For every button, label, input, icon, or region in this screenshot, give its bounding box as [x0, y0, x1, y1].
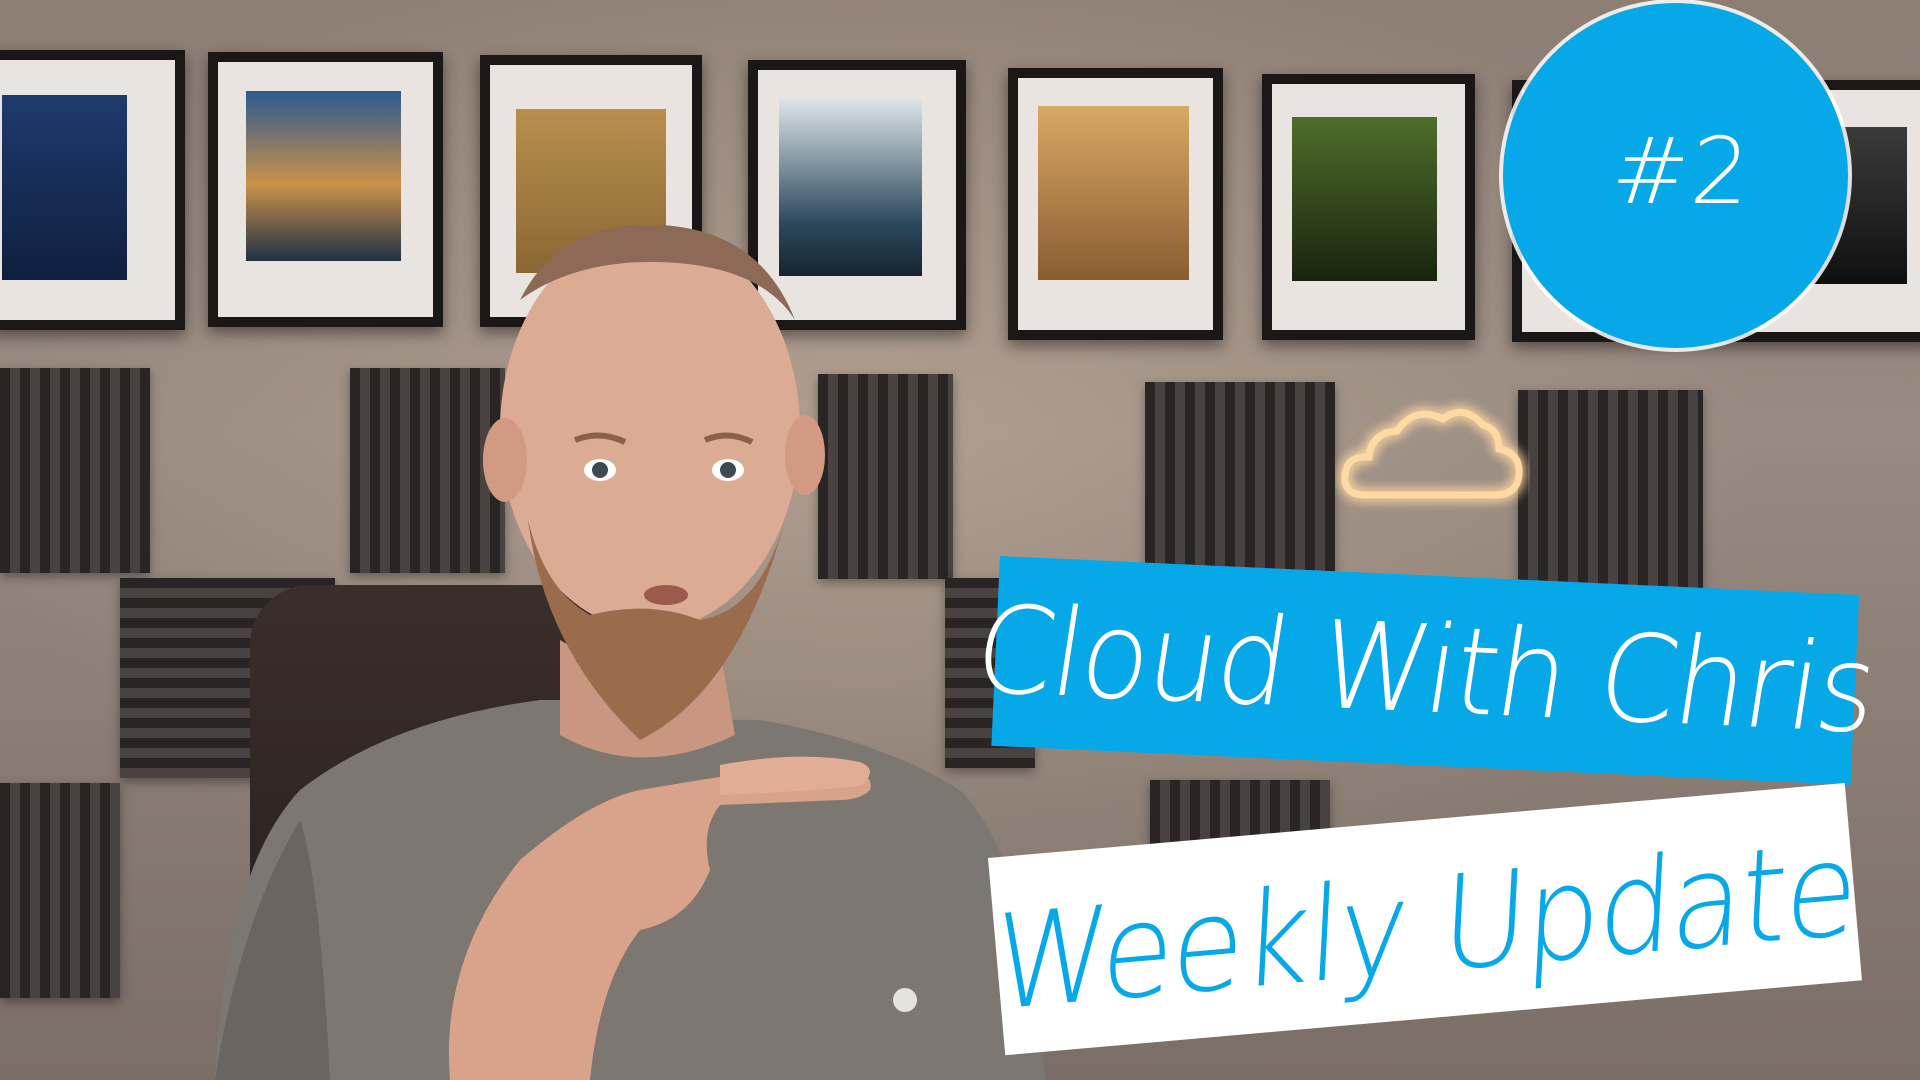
channel-title: Cloud With Chris [966, 580, 1885, 761]
episode-badge: #2 [1503, 3, 1848, 348]
episode-number: #2 [1607, 118, 1756, 225]
video-thumbnail: #2 Cloud With Chris Weekly Update [0, 0, 1920, 1080]
channel-title-banner: Cloud With Chris [966, 556, 1884, 785]
